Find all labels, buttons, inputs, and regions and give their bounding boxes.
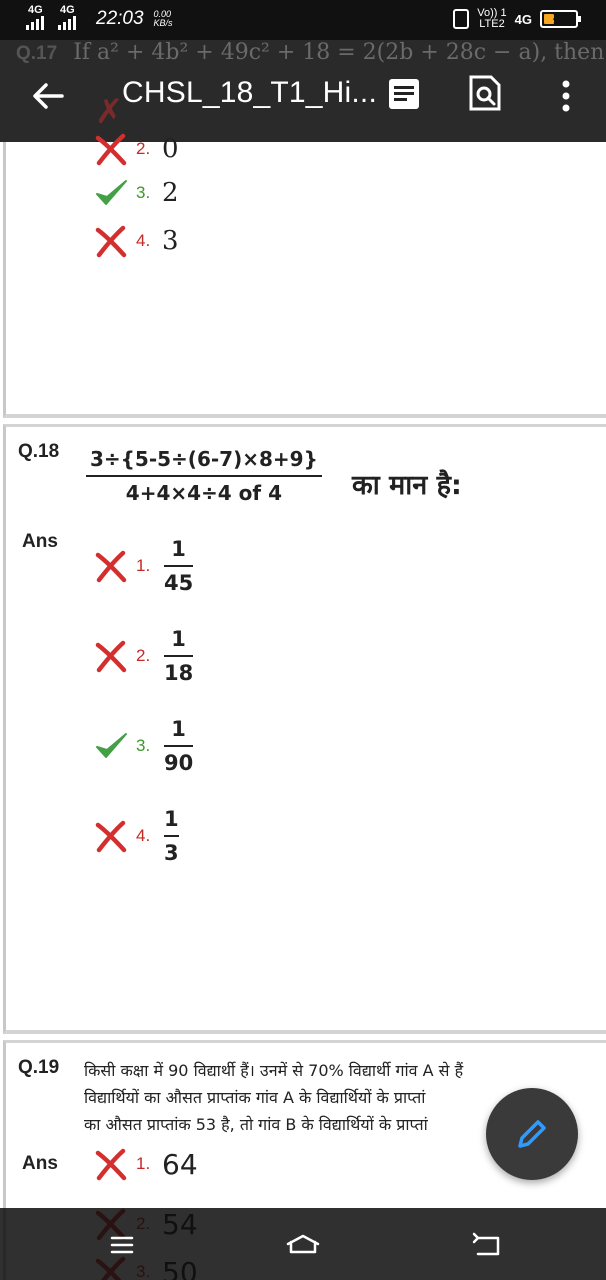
signal-icon-1: 4G [26,4,52,30]
wrong-mark-icon [95,225,127,258]
option-numerator: 1 [171,627,186,651]
option-number: 2. [136,139,151,158]
option-number: 1. [136,556,151,575]
network-type-2: 4G [60,4,75,16]
option-numerator: 1 [171,537,186,561]
battery-icon: 29 [540,10,581,28]
edit-fab-button[interactable] [486,1088,578,1180]
network-speed: 0.00 KB/s [154,10,173,28]
document-search-icon[interactable] [468,74,502,112]
signal-icon-2: 4G [58,4,84,30]
expression-denominator: 4+4×4÷4 of 4 [125,481,283,505]
question-expression: 3÷{5-5÷(6-7)×8+9} 4+4×4÷4 of 4 [86,445,322,507]
network-type-1: 4G [28,4,43,16]
recent-apps-icon[interactable] [104,1230,140,1260]
wrong-mark-icon [95,550,127,583]
option-fraction: 1 90 [164,715,194,777]
q18-option-3[interactable]: 3. 1 90 [94,715,194,777]
question-number: Q.18 [18,441,60,462]
option-denominator: 3 [164,841,179,865]
background-question-text: If a² + 4b² + 49c² + 18 = 2(2b + 28c − a… [73,40,605,65]
wrong-mark-icon [95,1148,127,1181]
wrong-mark-icon [95,640,127,673]
app-bar: Q.17 If a² + 4b² + 49c² + 18 = 2(2b + 28c… [0,40,606,142]
back-nav-icon[interactable] [470,1230,506,1260]
question-line-1: किसी कक्षा में 90 विद्यार्थी हैं। उनमें … [84,1061,464,1080]
option-number: 3. [136,736,151,755]
q18-option-4[interactable]: 4. 1 3 [94,805,179,867]
more-vertical-icon[interactable] [556,78,576,114]
option-number: 2. [136,646,151,665]
back-arrow-icon[interactable] [30,78,66,114]
q17-option-4[interactable]: 4. 3 [94,224,179,258]
option-number: 4. [136,231,151,250]
battery-level: 29 [552,11,566,23]
page-title: CHSL_18_T1_Hi... [122,76,377,109]
background-wrong-mark-icon: ✗ [95,93,124,131]
volte-bottom: LTE2 [479,18,505,30]
fraction-bar [86,475,322,477]
q19-option-1[interactable]: 1. 64 [94,1147,198,1181]
volte-indicator: Vo)) 1 LTE2 [477,8,506,30]
document-list-icon[interactable] [386,76,422,112]
wrong-mark-icon [95,133,127,166]
q18-option-2[interactable]: 2. 1 18 [94,625,194,687]
edit-pencil-icon [518,1120,546,1148]
correct-mark-icon [96,180,127,205]
option-value: 3 [162,226,179,256]
option-number: 3. [136,183,151,202]
vibrate-icon [453,9,470,29]
option-numerator: 1 [171,717,186,741]
option-denominator: 90 [164,751,194,775]
question-suffix: का मान है: [352,470,462,501]
home-icon[interactable] [285,1230,321,1260]
option-denominator: 18 [164,661,194,685]
question-18-panel: Q.18 3÷{5-5÷(6-7)×8+9} 4+4×4÷4 of 4 का म… [3,424,606,1034]
wrong-mark-icon [95,820,127,853]
expression-numerator: 3÷{5-5÷(6-7)×8+9} [90,447,318,471]
correct-mark-icon [96,733,127,758]
answer-label: Ans [22,531,58,552]
q17-option-2[interactable]: 2. 0 [94,132,179,166]
background-question-number: Q.17 [16,43,58,64]
option-fraction: 1 18 [164,625,194,687]
option-value: 64 [162,1147,198,1181]
option-fraction: 1 45 [164,535,194,597]
question-number: Q.19 [18,1057,60,1078]
option-numerator: 1 [164,807,179,831]
status-bar: 4G 4G 22:03 0.00 KB/s Vo)) 1 LTE2 4G 29 [0,0,606,40]
clock: 22:03 [96,8,144,29]
option-denominator: 45 [164,571,194,595]
option-value: 2 [162,178,179,208]
q17-option-3[interactable]: 3. 2 [94,178,179,208]
system-nav-bar [0,1208,606,1280]
answer-label: Ans [22,1153,58,1174]
option-value: 0 [162,134,179,164]
background-question-17: Q.17 If a² + 4b² + 49c² + 18 = 2(2b + 28c… [16,40,604,65]
option-number: 1. [136,1154,151,1173]
option-number: 4. [136,826,151,845]
q18-option-1[interactable]: 1. 1 45 [94,535,194,597]
question-17-panel: 2. 0 3. 2 4. 3 [3,133,606,418]
speed-unit: KB/s [153,18,173,28]
option-fraction: 1 3 [164,805,179,867]
network-type-3: 4G [514,11,532,27]
